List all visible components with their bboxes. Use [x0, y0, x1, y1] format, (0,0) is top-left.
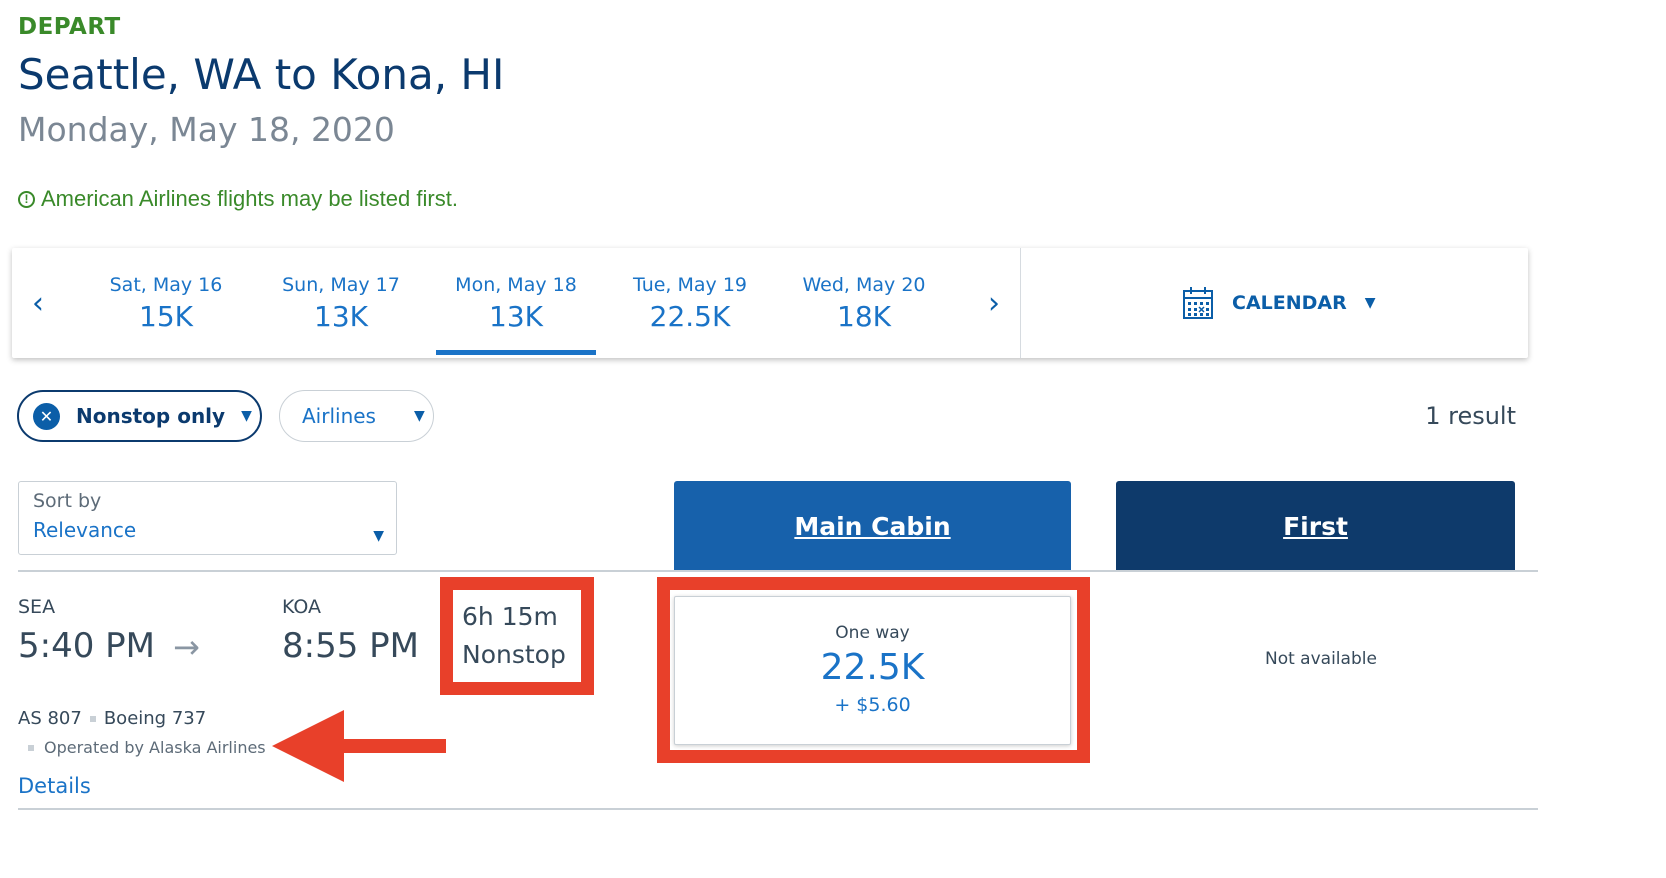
route-title: Seattle, WA to Kona, HI: [18, 50, 505, 99]
first-cabin-not-available: Not available: [1265, 649, 1377, 669]
airlines-filter-dropdown[interactable]: Airlines ▼: [279, 390, 434, 442]
date-tab-price: 13K: [489, 300, 543, 333]
dest-airport-code: KOA: [282, 596, 322, 618]
annotation-highlight-duration: [440, 577, 594, 695]
date-tab-wed-may-20[interactable]: Wed, May 20 18K: [784, 274, 944, 333]
date-tab-price: 15K: [139, 300, 193, 333]
date-tab-label: Tue, May 19: [632, 274, 748, 296]
depart-time: 5:40 PM: [18, 626, 155, 666]
date-tab-price: 22.5K: [649, 300, 731, 333]
date-tab-price: 13K: [314, 300, 368, 333]
exclamation-circle-icon: !: [18, 190, 35, 208]
nonstop-filter-chip[interactable]: ✕ Nonstop only ▼: [17, 390, 262, 442]
caret-down-icon: ▼: [241, 408, 252, 424]
date-tab-tue-may-19[interactable]: Tue, May 19 22.5K: [610, 274, 770, 333]
details-link[interactable]: Details: [18, 774, 91, 798]
row-divider-bottom: [18, 808, 1538, 810]
arrive-time: 8:55 PM: [282, 626, 419, 666]
result-count: 1 result: [1425, 402, 1516, 430]
calendar-icon: [1183, 287, 1213, 319]
first-cabin-header[interactable]: First: [1116, 481, 1515, 571]
operated-by-text: Operated by Alaska Airlines: [44, 738, 266, 757]
nonstop-filter-label: Nonstop only: [76, 404, 226, 428]
caret-down-icon: ▼: [1364, 295, 1376, 311]
date-tab-mon-may-18[interactable]: Mon, May 18 13K: [436, 274, 596, 355]
datebar-divider: [1020, 248, 1021, 358]
notice-banner: ! American Airlines flights may be liste…: [18, 186, 458, 212]
caret-down-icon: ▼: [373, 528, 384, 544]
row-divider-top: [18, 570, 1538, 572]
sort-by-select[interactable]: Sort by Relevance ▼: [18, 481, 397, 555]
date-tab-sat-may-16[interactable]: Sat, May 16 15K: [86, 274, 246, 333]
next-dates-chevron-right-icon[interactable]: ›: [988, 286, 1000, 321]
caret-down-icon: ▼: [413, 408, 425, 424]
date-tab-label: Mon, May 18: [455, 274, 577, 296]
origin-airport-code: SEA: [18, 596, 56, 618]
date-selector-bar: ‹ Sat, May 16 15K Sun, May 17 13K Mon, M…: [12, 248, 1528, 358]
depart-label: DEPART: [18, 14, 121, 40]
travel-date: Monday, May 18, 2020: [18, 110, 395, 149]
operated-by-row: Operated by Alaska Airlines: [28, 738, 266, 757]
prev-dates-chevron-left-icon[interactable]: ‹: [32, 286, 44, 321]
sort-by-value: Relevance: [33, 518, 137, 542]
main-cabin-header[interactable]: Main Cabin: [674, 481, 1071, 571]
calendar-label: CALENDAR: [1232, 292, 1347, 314]
annotation-highlight-fare: [657, 577, 1090, 763]
flight-info: AS 807 Boeing 737: [18, 708, 206, 729]
arrow-right-icon: →: [173, 628, 200, 666]
separator-dot: [28, 744, 34, 751]
sort-by-label: Sort by: [33, 490, 102, 512]
date-tab-label: Wed, May 20: [802, 274, 926, 296]
separator-dot: [89, 715, 96, 722]
date-tab-price: 18K: [837, 300, 891, 333]
aircraft-type: Boeing 737: [103, 708, 207, 729]
calendar-button[interactable]: CALENDAR ▼: [1182, 286, 1376, 320]
flight-number: AS 807: [18, 708, 82, 729]
airlines-filter-label: Airlines: [302, 404, 376, 428]
close-icon[interactable]: ✕: [33, 402, 60, 430]
notice-text: American Airlines flights may be listed …: [41, 186, 458, 211]
date-tab-label: Sat, May 16: [109, 274, 223, 296]
date-tab-label: Sun, May 17: [282, 274, 400, 296]
annotation-arrow-left-icon: [272, 710, 446, 782]
date-tab-sun-may-17[interactable]: Sun, May 17 13K: [261, 274, 421, 333]
